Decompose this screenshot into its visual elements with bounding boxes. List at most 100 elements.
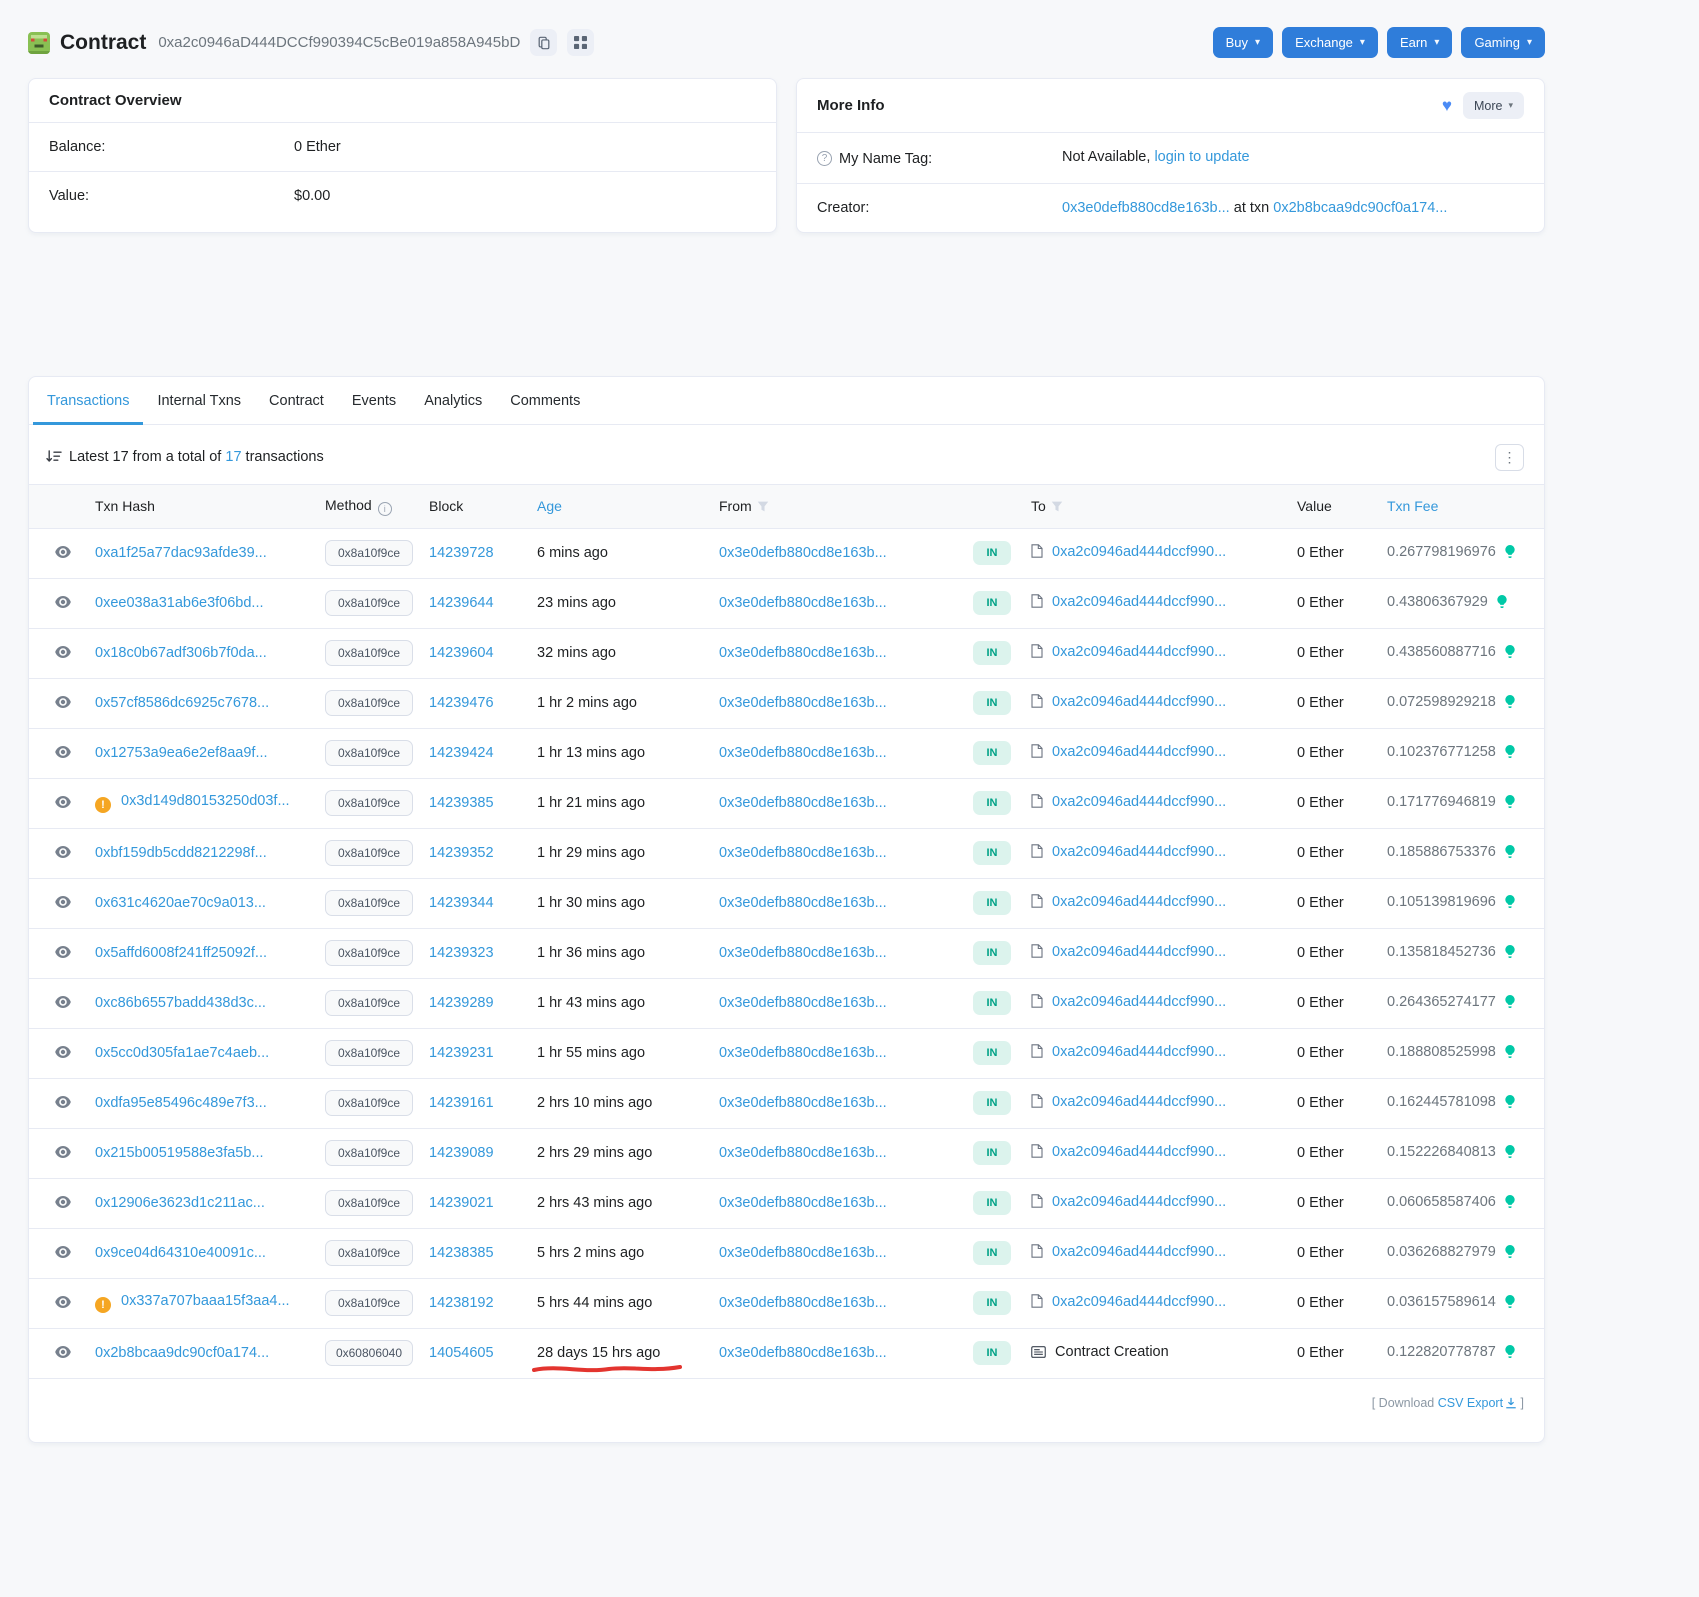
view-txn-details-button[interactable] [53, 1344, 73, 1360]
txn-hash-link[interactable]: 0x5affd6008f241ff25092f... [95, 945, 267, 961]
block-link[interactable]: 14054605 [429, 1345, 494, 1361]
tab-contract[interactable]: Contract [255, 377, 338, 425]
to-address-link[interactable]: 0xa2c0946ad444dccf990... [1052, 1144, 1226, 1160]
txn-hash-link[interactable]: 0xc86b6557badd438d3c... [95, 995, 266, 1011]
txn-hash-link[interactable]: 0x9ce04d64310e40091c... [95, 1245, 266, 1261]
filter-icon[interactable] [1051, 499, 1063, 515]
col-txn-fee-sort[interactable]: Txn Fee [1379, 483, 1544, 529]
view-txn-details-button[interactable] [53, 1144, 73, 1160]
to-address-link[interactable]: 0xa2c0946ad444dccf990... [1052, 794, 1226, 810]
from-address-link[interactable]: 0x3e0defb880cd8e163b... [719, 545, 887, 561]
csv-export-link[interactable]: CSV Export [1438, 1396, 1503, 1410]
txn-hash-link[interactable]: 0xa1f25a77dac93afde39... [95, 545, 267, 561]
txn-hash-link[interactable]: 0x3d149d80153250d03f... [121, 793, 290, 809]
block-link[interactable]: 14238385 [429, 1245, 494, 1261]
favorite-heart-button[interactable]: ♥ [1439, 97, 1455, 114]
nav-earn-button[interactable]: Earn ▾ [1386, 27, 1453, 58]
col-age-sort[interactable]: Age [529, 483, 711, 529]
to-address-link[interactable]: 0xa2c0946ad444dccf990... [1052, 1244, 1226, 1260]
txn-hash-link[interactable]: 0x18c0b67adf306b7f0da... [95, 645, 267, 661]
from-address-link[interactable]: 0x3e0defb880cd8e163b... [719, 1145, 887, 1161]
block-link[interactable]: 14239728 [429, 545, 494, 561]
view-txn-details-button[interactable] [53, 1044, 73, 1060]
view-txn-details-button[interactable] [53, 644, 73, 660]
tab-events[interactable]: Events [338, 377, 410, 425]
from-address-link[interactable]: 0x3e0defb880cd8e163b... [719, 695, 887, 711]
block-link[interactable]: 14239021 [429, 1195, 494, 1211]
view-txn-details-button[interactable] [53, 594, 73, 610]
view-txn-details-button[interactable] [53, 844, 73, 860]
from-address-link[interactable]: 0x3e0defb880cd8e163b... [719, 1345, 887, 1361]
to-address-link[interactable]: 0xa2c0946ad444dccf990... [1052, 1194, 1226, 1210]
to-address-link[interactable]: 0xa2c0946ad444dccf990... [1052, 994, 1226, 1010]
block-link[interactable]: 14239385 [429, 795, 494, 811]
block-link[interactable]: 14239344 [429, 895, 494, 911]
to-address-link[interactable]: 0xa2c0946ad444dccf990... [1052, 844, 1226, 860]
nav-exchange-button[interactable]: Exchange ▾ [1282, 27, 1378, 58]
view-txn-details-button[interactable] [53, 994, 73, 1010]
from-address-link[interactable]: 0x3e0defb880cd8e163b... [719, 645, 887, 661]
txn-hash-link[interactable]: 0x57cf8586dc6925c7678... [95, 695, 269, 711]
block-link[interactable]: 14239604 [429, 645, 494, 661]
view-txn-details-button[interactable] [53, 694, 73, 710]
tab-transactions[interactable]: Transactions [33, 377, 144, 425]
view-txn-details-button[interactable] [53, 1094, 73, 1110]
copy-address-button[interactable] [530, 29, 558, 56]
block-link[interactable]: 14239289 [429, 995, 494, 1011]
txn-hash-link[interactable]: 0x12906e3623d1c211ac... [95, 1195, 265, 1211]
to-address-link[interactable]: 0xa2c0946ad444dccf990... [1052, 894, 1226, 910]
view-txn-details-button[interactable] [53, 1244, 73, 1260]
view-txn-details-button[interactable] [53, 1194, 73, 1210]
block-link[interactable]: 14239161 [429, 1095, 494, 1111]
block-link[interactable]: 14239323 [429, 945, 494, 961]
txn-hash-link[interactable]: 0xbf159db5cdd8212298f... [95, 845, 267, 861]
from-address-link[interactable]: 0x3e0defb880cd8e163b... [719, 795, 887, 811]
view-txn-details-button[interactable] [53, 1294, 73, 1310]
view-txn-details-button[interactable] [53, 944, 73, 960]
view-txn-details-button[interactable] [53, 794, 73, 810]
to-address-link[interactable]: 0xa2c0946ad444dccf990... [1052, 644, 1226, 660]
nav-gaming-button[interactable]: Gaming ▾ [1461, 27, 1545, 58]
from-address-link[interactable]: 0x3e0defb880cd8e163b... [719, 895, 887, 911]
from-address-link[interactable]: 0x3e0defb880cd8e163b... [719, 845, 887, 861]
txn-hash-link[interactable]: 0xee038a31ab6e3f06bd... [95, 595, 264, 611]
from-address-link[interactable]: 0x3e0defb880cd8e163b... [719, 1245, 887, 1261]
filter-icon[interactable] [757, 499, 769, 515]
txn-hash-link[interactable]: 0x337a707baaa15f3aa4... [121, 1293, 290, 1309]
from-address-link[interactable]: 0x3e0defb880cd8e163b... [719, 595, 887, 611]
block-link[interactable]: 14239231 [429, 1045, 494, 1061]
block-link[interactable]: 14239352 [429, 845, 494, 861]
view-txn-details-button[interactable] [53, 894, 73, 910]
from-address-link[interactable]: 0x3e0defb880cd8e163b... [719, 745, 887, 761]
view-txn-details-button[interactable] [53, 744, 73, 760]
txn-hash-link[interactable]: 0x631c4620ae70c9a013... [95, 895, 266, 911]
tab-internal-txns[interactable]: Internal Txns [143, 377, 255, 425]
txn-hash-link[interactable]: 0xdfa95e85496c489e7f3... [95, 1095, 267, 1111]
to-address-link[interactable]: 0xa2c0946ad444dccf990... [1052, 694, 1226, 710]
creator-address-link[interactable]: 0x3e0defb880cd8e163b... [1062, 200, 1230, 216]
qr-code-button[interactable] [567, 29, 595, 56]
more-dropdown-button[interactable]: More ▾ [1462, 92, 1524, 119]
to-address-link[interactable]: 0xa2c0946ad444dccf990... [1052, 1294, 1226, 1310]
view-txn-details-button[interactable] [53, 544, 73, 560]
block-link[interactable]: 14239476 [429, 695, 494, 711]
to-address-link[interactable]: 0xa2c0946ad444dccf990... [1052, 944, 1226, 960]
txn-hash-link[interactable]: 0x215b00519588e3fa5b... [95, 1145, 264, 1161]
from-address-link[interactable]: 0x3e0defb880cd8e163b... [719, 1195, 887, 1211]
from-address-link[interactable]: 0x3e0defb880cd8e163b... [719, 945, 887, 961]
from-address-link[interactable]: 0x3e0defb880cd8e163b... [719, 1045, 887, 1061]
to-address-link[interactable]: 0xa2c0946ad444dccf990... [1052, 594, 1226, 610]
txn-hash-link[interactable]: 0x12753a9ea6e2ef8aa9f... [95, 745, 268, 761]
tab-analytics[interactable]: Analytics [410, 377, 496, 425]
to-address-link[interactable]: 0xa2c0946ad444dccf990... [1052, 1044, 1226, 1060]
login-to-update-link[interactable]: login to update [1154, 149, 1249, 165]
nav-buy-button[interactable]: Buy ▾ [1212, 27, 1274, 58]
to-address-link[interactable]: 0xa2c0946ad444dccf990... [1052, 1094, 1226, 1110]
block-link[interactable]: 14239644 [429, 595, 494, 611]
creator-txn-link[interactable]: 0x2b8bcaa9dc90cf0a174... [1273, 200, 1447, 216]
table-options-button[interactable]: ⋮ [1495, 443, 1524, 471]
tab-comments[interactable]: Comments [496, 377, 594, 425]
to-address-link[interactable]: 0xa2c0946ad444dccf990... [1052, 544, 1226, 560]
from-address-link[interactable]: 0x3e0defb880cd8e163b... [719, 1095, 887, 1111]
block-link[interactable]: 14239089 [429, 1145, 494, 1161]
